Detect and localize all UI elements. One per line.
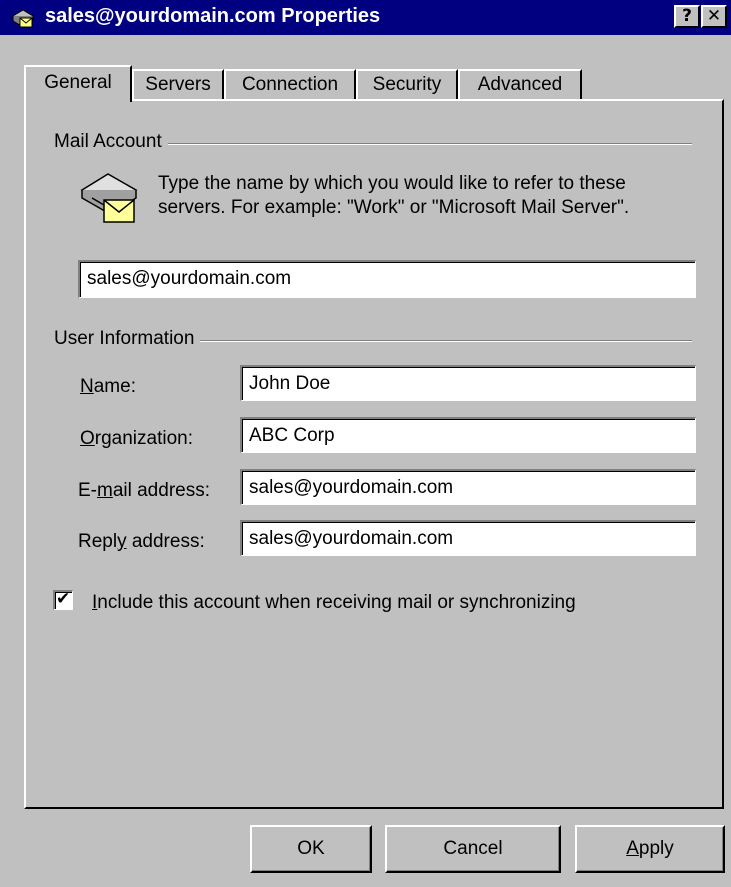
mail-account-group-label: Mail Account xyxy=(52,131,168,153)
include-label-rest: nclude this account when receiving mail … xyxy=(97,592,576,613)
close-button[interactable]: ✕ xyxy=(701,5,727,28)
include-account-checkbox[interactable]: ✔ xyxy=(53,589,73,610)
reply-label-pre: Repl xyxy=(78,531,118,552)
email-label-rest: ail address: xyxy=(112,480,210,501)
tab-general[interactable]: General xyxy=(24,65,132,102)
help-button[interactable]: ? xyxy=(674,5,700,28)
organization-label-rest: rganization: xyxy=(94,428,194,449)
email-address-input[interactable]: sales@yourdomain.com xyxy=(240,469,696,505)
name-label-rest: ame: xyxy=(93,376,136,397)
apply-label-rest: pply xyxy=(638,838,674,859)
title-bar: sales@yourdomain.com Properties ? ✕ xyxy=(0,0,731,35)
organization-label-access: O xyxy=(80,428,95,449)
cancel-button[interactable]: Cancel xyxy=(385,825,561,873)
mail-account-description: Type the name by which you would like to… xyxy=(158,173,630,218)
tab-connection[interactable]: Connection xyxy=(224,69,356,99)
tab-security[interactable]: Security xyxy=(356,69,458,99)
tab-advanced[interactable]: Advanced xyxy=(458,69,582,99)
reply-label-access: y xyxy=(117,531,127,552)
email-address-label: E-mail address: xyxy=(78,480,210,502)
name-label: Name: xyxy=(80,376,136,398)
mail-account-icon xyxy=(12,9,34,28)
user-information-group-label: User Information xyxy=(52,328,201,350)
organization-label: Organization: xyxy=(80,428,193,450)
name-label-access: N xyxy=(80,376,94,397)
ok-button[interactable]: OK xyxy=(250,825,372,873)
mail-server-icon xyxy=(80,173,138,223)
email-label-pre: E- xyxy=(78,480,97,501)
email-label-access: m xyxy=(97,480,113,501)
apply-label-access: A xyxy=(626,838,639,859)
reply-address-input[interactable]: sales@yourdomain.com xyxy=(240,520,696,556)
window-title: sales@yourdomain.com Properties xyxy=(45,5,381,27)
name-input[interactable]: John Doe xyxy=(240,365,696,401)
apply-button[interactable]: Apply xyxy=(575,825,725,873)
include-account-label[interactable]: Include this account when receiving mail… xyxy=(92,592,576,614)
organization-input[interactable]: ABC Corp xyxy=(240,417,696,453)
tab-servers[interactable]: Servers xyxy=(132,69,224,99)
account-name-input[interactable]: sales@yourdomain.com xyxy=(78,260,696,298)
reply-label-rest: address: xyxy=(126,531,205,552)
checkmark-icon: ✔ xyxy=(56,589,71,609)
reply-address-label: Reply address: xyxy=(78,531,205,553)
